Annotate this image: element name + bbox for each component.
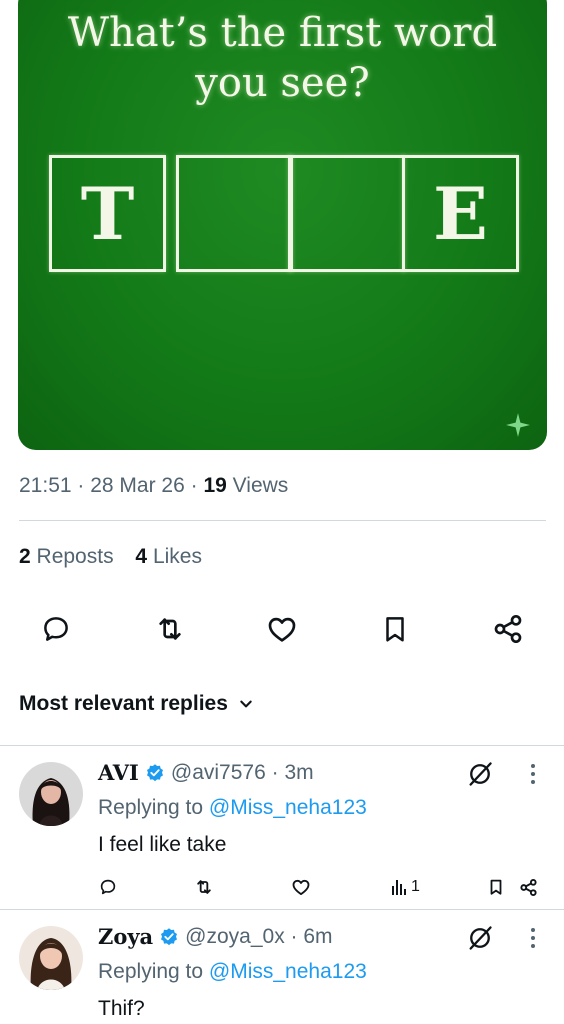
avatar[interactable]	[19, 926, 83, 990]
reply-author-name[interactable]: AVI	[98, 760, 139, 785]
letter-box	[176, 155, 293, 272]
repost-button[interactable]	[152, 611, 188, 647]
reply-views-count: 1	[411, 878, 420, 895]
reply-item[interactable]: AVI @avi7576 · 3m Replying to @Miss_neha…	[0, 760, 564, 910]
reposts-label: Reposts	[36, 545, 114, 568]
verified-icon	[146, 763, 163, 781]
views-count: 19	[203, 474, 227, 497]
replying-to: Replying to @Miss_neha123	[98, 796, 367, 820]
grok-icon[interactable]	[466, 760, 494, 788]
share-icon	[494, 615, 522, 643]
puzzle-title-line1: What’s the first word	[67, 10, 498, 56]
replies-sort-label: Most relevant replies	[19, 692, 228, 715]
bookmark-icon	[386, 617, 404, 642]
reply-handle[interactable]: @avi7576	[171, 761, 266, 785]
reply-header: AVI @avi7576 · 3m	[98, 760, 314, 785]
reply-bookmark-button[interactable]	[487, 876, 505, 898]
puzzle-title: What’s the first word you see?	[18, 8, 547, 108]
reply-icon	[44, 617, 68, 641]
views-icon	[392, 880, 406, 895]
reposts-stat[interactable]: 2 Reposts	[19, 545, 114, 568]
reply-text: Thif?	[98, 997, 145, 1020]
repost-icon	[159, 618, 181, 640]
letter-box	[288, 155, 405, 272]
post-image[interactable]: What’s the first word you see? T E	[18, 0, 547, 450]
reply-item[interactable]: Zoya @zoya_0x · 6m Replying to @Miss_neh…	[0, 924, 564, 1024]
puzzle-title-line2: you see?	[195, 60, 370, 106]
more-icon[interactable]	[522, 926, 544, 950]
like-button[interactable]	[264, 611, 300, 647]
grok-icon[interactable]	[466, 924, 494, 952]
replying-prefix: Replying to	[98, 796, 204, 819]
reply-author-name[interactable]: Zoya	[98, 924, 153, 949]
reply-handle[interactable]: @zoya_0x	[185, 925, 285, 949]
post-date[interactable]: 28 Mar 26	[90, 474, 185, 497]
views-label: Views	[232, 474, 289, 497]
reply-text: I feel like take	[98, 833, 227, 856]
bookmark-icon	[490, 879, 502, 895]
reply-icon	[100, 879, 116, 895]
reply-button[interactable]	[38, 611, 74, 647]
avatar[interactable]	[19, 762, 83, 826]
reply-actions: 1	[0, 876, 564, 898]
sparkle-icon	[506, 413, 530, 437]
replying-to-link[interactable]: @Miss_neha123	[209, 796, 367, 819]
verified-icon	[161, 927, 178, 945]
share-icon	[520, 878, 537, 896]
replying-to-link[interactable]: @Miss_neha123	[209, 960, 367, 983]
action-bar	[0, 611, 564, 651]
chevron-down-icon	[240, 700, 252, 708]
replying-prefix: Replying to	[98, 960, 204, 983]
post-meta: 21:51 · 28 Mar 26 · 19 Views	[19, 474, 289, 497]
divider	[19, 520, 546, 521]
letter-box: T	[49, 155, 166, 272]
likes-label: Likes	[152, 545, 202, 568]
like-icon	[268, 617, 296, 642]
bookmark-button[interactable]	[377, 611, 413, 647]
replies-sort-dropdown[interactable]: Most relevant replies	[19, 692, 254, 716]
post-stats: 2 Reposts 4 Likes	[19, 545, 218, 569]
reposts-count: 2	[19, 545, 31, 568]
reply-time[interactable]: 6m	[303, 925, 332, 949]
reply-repost-button[interactable]	[194, 876, 214, 898]
like-icon	[292, 879, 310, 895]
reply-reply-button[interactable]	[99, 876, 117, 898]
repost-icon	[197, 880, 211, 894]
divider	[0, 745, 564, 746]
likes-stat[interactable]: 4 Likes	[135, 545, 202, 568]
likes-count: 4	[135, 545, 148, 568]
letter-boxes: T E	[49, 155, 519, 272]
replying-to: Replying to @Miss_neha123	[98, 960, 367, 984]
post-time[interactable]: 21:51	[19, 474, 72, 497]
reply-time[interactable]: 3m	[284, 761, 313, 785]
reply-header: Zoya @zoya_0x · 6m	[98, 924, 333, 949]
more-icon[interactable]	[522, 762, 544, 786]
reply-share-button[interactable]	[519, 876, 538, 898]
share-button[interactable]	[490, 611, 526, 647]
divider	[0, 909, 564, 910]
letter-box: E	[402, 155, 519, 272]
reply-like-button[interactable]	[291, 876, 311, 898]
reply-views-button[interactable]: 1	[391, 876, 420, 898]
